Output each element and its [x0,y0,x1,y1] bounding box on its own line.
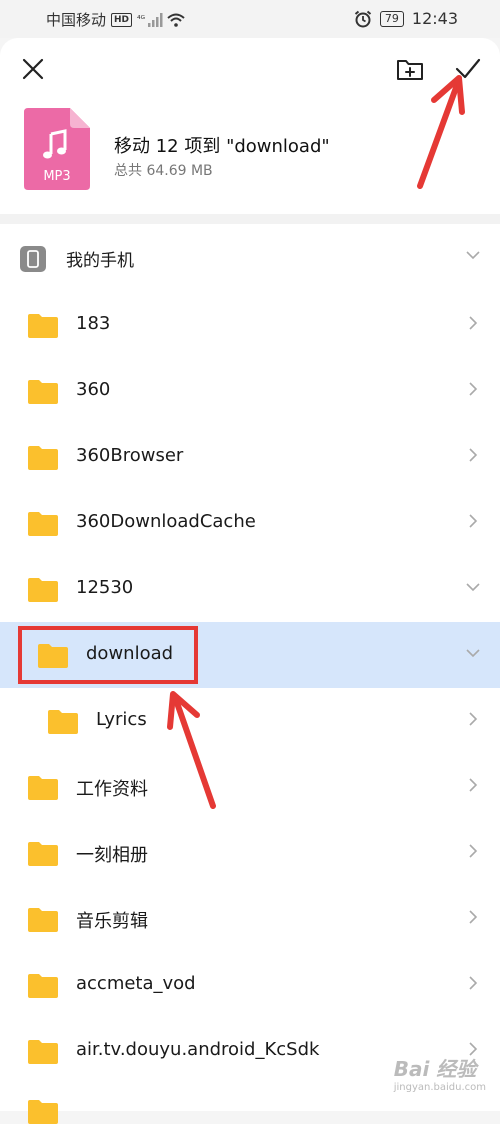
chevron-right-icon [469,382,478,396]
watermark: Bai 经验 jingyan.baidu.com [394,1053,486,1093]
folder-icon [28,908,58,932]
signal-icon [148,12,163,27]
root-my-phone[interactable]: 我的手机 [0,224,500,292]
status-right: 79 12:43 [354,9,458,28]
chevron-right-icon [469,712,478,726]
root-label: 我的手机 [66,251,134,271]
folder-icon [28,380,58,404]
file-type-label: MP3 [43,169,70,184]
chevron-down-icon [466,251,480,260]
chevron-right-icon [469,778,478,792]
total-size: 总共 64.69 MB [114,163,213,179]
alarm-icon [354,10,372,27]
network-type: ⁴ᴳ [137,14,146,25]
folder-icon [48,710,78,734]
folder-row-album[interactable]: 一刻相册 [0,820,500,886]
folder-label: 音乐剪辑 [76,911,148,932]
status-bar: 中国移动 HD ⁴ᴳ 79 12:43 [0,0,500,38]
folder-label: 360DownloadCache [76,511,256,532]
folder-label: 360Browser [76,445,184,466]
clock: 12:43 [411,9,458,28]
sheet-header: MP3 移动 12 项到 "download" 总共 64.69 MB [0,38,500,214]
battery-level: 79 [379,10,404,27]
folder-row-360downloadcache[interactable]: 360DownloadCache [0,490,500,556]
folder-icon [28,578,58,602]
folder-icon [28,446,58,470]
hd-badge: HD [111,12,133,27]
chevron-right-icon [469,976,478,990]
folder-row-music-clips[interactable]: 音乐剪辑 [0,886,500,952]
folder-icon [28,974,58,998]
chevron-right-icon [469,910,478,924]
phone-icon [20,246,46,272]
chevron-down-icon [466,583,480,592]
watermark-main: Bai 经验 [393,1057,477,1081]
folder-icon [28,512,58,536]
highlight-box [18,626,198,684]
carrier-name: 中国移动 [46,11,107,29]
status-left: 中国移动 HD ⁴ᴳ [46,9,185,30]
chevron-right-icon [469,844,478,858]
folder-row-360[interactable]: 360 [0,358,500,424]
folder-row-work-docs[interactable]: 工作资料 [0,754,500,820]
folder-label: 一刻相册 [76,845,148,866]
folder-icon [28,314,58,338]
chevron-right-icon [469,316,478,330]
folder-label: air.tv.douyu.android_KcSdk [76,1039,320,1060]
move-title: 移动 12 项到 "download" [114,136,330,157]
folder-row-lyrics[interactable]: Lyrics [0,688,500,754]
folder-icon [28,776,58,800]
folder-row-183[interactable]: 183 [0,292,500,358]
folder-label: 183 [76,313,111,334]
mp3-file-icon: MP3 [24,108,90,190]
new-folder-icon[interactable] [396,56,424,82]
watermark-sub: jingyan.baidu.com [393,1082,486,1093]
close-icon[interactable] [20,56,46,82]
folder-icon [28,1100,58,1124]
chevron-right-icon [469,514,478,528]
folder-row-accmeta-vod[interactable]: accmeta_vod [0,952,500,1018]
section-divider [0,214,500,224]
wifi-icon [167,13,185,27]
folder-label: Lyrics [96,709,147,730]
chevron-down-icon [466,649,480,658]
chevron-right-icon [469,448,478,462]
checkmark-icon[interactable] [454,56,482,82]
folder-label: accmeta_vod [76,973,196,994]
folder-row-12530[interactable]: 12530 [0,556,500,622]
folder-row-360browser[interactable]: 360Browser [0,424,500,490]
folder-icon [28,842,58,866]
folder-label: 12530 [76,577,134,598]
folder-label: 360 [76,379,111,400]
folder-label: 工作资料 [76,779,148,800]
folder-icon [28,1040,58,1064]
move-file-sheet: MP3 移动 12 项到 "download" 总共 64.69 MB 我的手机… [0,38,500,1124]
